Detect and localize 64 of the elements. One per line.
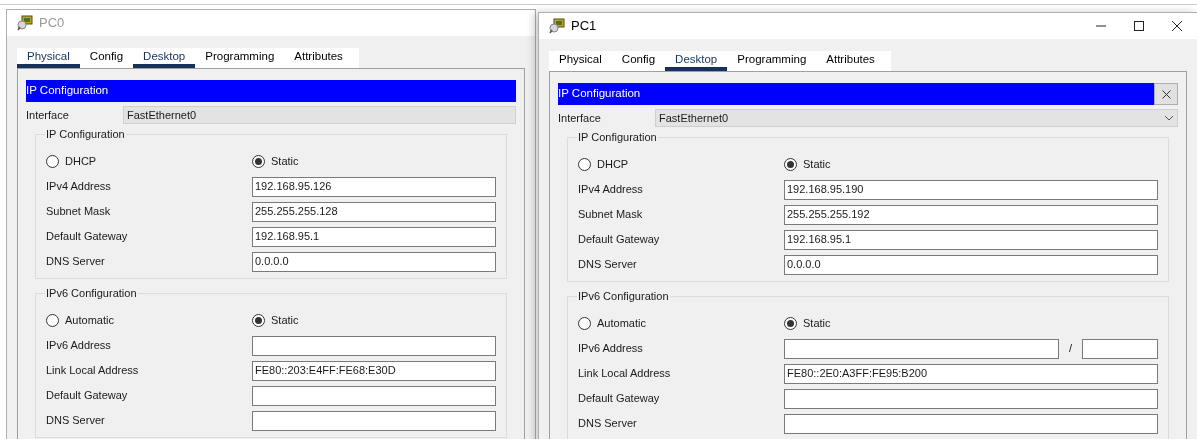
field-label: Link Local Address xyxy=(46,363,140,379)
tab[interactable]: Physical xyxy=(549,51,612,71)
radio-option[interactable]: Automatic xyxy=(46,312,252,329)
radio-option[interactable]: Static xyxy=(784,315,831,332)
close-icon xyxy=(1161,89,1171,99)
input-field[interactable]: FE80::203:E4FF:FE68:E30D xyxy=(252,360,496,381)
input-field[interactable]: 255.255.255.192 xyxy=(784,204,1158,225)
interface-label: Interface xyxy=(26,107,70,123)
tab[interactable]: Config xyxy=(611,51,666,71)
input-field[interactable]: 192.168.95.1 xyxy=(252,226,496,247)
field-label: IPv4 Address xyxy=(578,182,644,198)
input-field[interactable] xyxy=(1082,338,1158,359)
input-field[interactable] xyxy=(252,335,496,356)
window-title: PC0 xyxy=(39,14,65,33)
field-label: DNS Server xyxy=(578,416,638,432)
input-field[interactable]: FE80::2E0:A3FF:FE95:B200 xyxy=(784,363,1158,384)
panel-title: IP Configuration xyxy=(26,83,109,99)
input-field[interactable]: 192.168.95.126 xyxy=(252,176,496,197)
input-field[interactable] xyxy=(784,388,1158,409)
field-label: IPv4 Address xyxy=(46,179,112,195)
field-label: Default Gateway xyxy=(46,229,129,245)
chevron-down-icon xyxy=(1164,115,1174,121)
close-button[interactable] xyxy=(1154,83,1178,105)
input-field[interactable]: 0.0.0.0 xyxy=(252,251,496,272)
field-label: IPv6 Address xyxy=(46,338,112,354)
field-label: Link Local Address xyxy=(578,366,672,382)
interface-label: Interface xyxy=(558,110,602,126)
field-label: DNS Server xyxy=(46,413,106,429)
input-field[interactable]: 192.168.95.1 xyxy=(784,229,1158,250)
interface-dropdown[interactable]: FastEthernet0 xyxy=(123,106,516,124)
close-icon[interactable] xyxy=(1171,20,1183,32)
tab[interactable]: Programming xyxy=(195,48,285,68)
field-label: Subnet Mask xyxy=(578,207,644,223)
input-field[interactable]: 0.0.0.0 xyxy=(784,254,1158,275)
interface-dropdown[interactable]: FastEthernet0 xyxy=(655,109,1178,127)
radio-option[interactable]: Static xyxy=(252,312,299,329)
pc-icon xyxy=(17,15,33,31)
input-field[interactable]: 255.255.255.128 xyxy=(252,201,496,222)
tab[interactable]: Programming xyxy=(727,51,817,71)
field-label: IPv6 Address xyxy=(578,341,644,357)
tab[interactable]: Config xyxy=(79,48,134,68)
tab[interactable]: Attributes xyxy=(284,48,353,68)
field-label: Default Gateway xyxy=(46,388,129,404)
pc-icon xyxy=(549,18,565,34)
separator-label: / xyxy=(1068,341,1072,357)
radio-option[interactable]: Automatic xyxy=(578,315,784,332)
input-field[interactable] xyxy=(252,410,496,431)
radio-option[interactable]: DHCP xyxy=(578,156,784,173)
field-label: Default Gateway xyxy=(578,391,661,407)
radio-option[interactable]: Static xyxy=(784,156,831,173)
field-label: Subnet Mask xyxy=(46,204,112,220)
input-field[interactable] xyxy=(784,413,1158,434)
field-label: DNS Server xyxy=(578,257,638,273)
input-field[interactable] xyxy=(252,385,496,406)
tab[interactable]: Attributes xyxy=(816,51,885,71)
input-field[interactable] xyxy=(784,338,1059,359)
input-field[interactable]: 192.168.95.190 xyxy=(784,179,1158,200)
maximize-icon[interactable] xyxy=(1133,20,1145,32)
radio-option[interactable]: DHCP xyxy=(46,153,252,170)
field-label: Default Gateway xyxy=(578,232,661,248)
window-title: PC1 xyxy=(571,17,597,36)
radio-option[interactable]: Static xyxy=(252,153,299,170)
panel-title: IP Configuration xyxy=(558,86,641,102)
field-label: DNS Server xyxy=(46,254,106,270)
